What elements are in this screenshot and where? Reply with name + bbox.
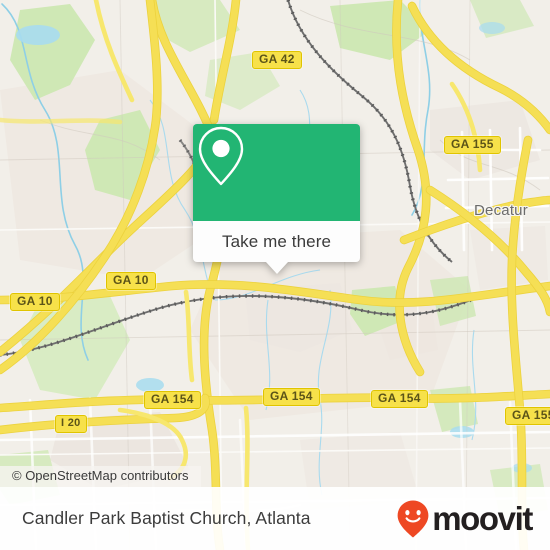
route-shield-ga42[interactable]: GA 42: [252, 51, 302, 69]
footer-bar: Candler Park Baptist Church, Atlanta moo…: [0, 487, 550, 550]
route-shield-i20[interactable]: I 20: [55, 415, 87, 433]
take-me-there-label: Take me there: [221, 232, 332, 251]
route-shield-ga154-c[interactable]: GA 154: [263, 388, 320, 406]
location-popup[interactable]: Take me there: [193, 124, 360, 274]
route-shield-ga155-ne[interactable]: GA 155: [444, 136, 501, 154]
map-canvas[interactable]: .wtr{fill:none;stroke:#8ecfe6;stroke-wid…: [0, 0, 550, 550]
route-shield-ga10-w[interactable]: GA 10: [10, 293, 60, 311]
moovit-logo[interactable]: moovit: [396, 499, 533, 539]
moovit-smiley-pin-icon: [397, 500, 429, 537]
map-pin-icon: [198, 126, 244, 186]
popup-action-bar[interactable]: Take me there: [193, 221, 360, 262]
map-screenshot: .wtr{fill:none;stroke:#8ecfe6;stroke-wid…: [0, 0, 550, 550]
route-shield-ga154-e[interactable]: GA 154: [371, 390, 428, 408]
popup-tail-pointer: [265, 262, 288, 274]
route-shield-ga154-w[interactable]: GA 154: [144, 391, 201, 409]
route-shield-ga10-c[interactable]: GA 10: [106, 272, 156, 290]
moovit-wordmark: moovit: [432, 500, 533, 537]
place-title: Candler Park Baptist Church, Atlanta: [22, 508, 311, 528]
popup-header: [193, 124, 360, 221]
osm-attribution[interactable]: © OpenStreetMap contributors: [0, 466, 201, 487]
route-shield-ga155-se[interactable]: GA 155: [505, 407, 550, 425]
city-label-decatur: Decatur: [474, 202, 528, 219]
